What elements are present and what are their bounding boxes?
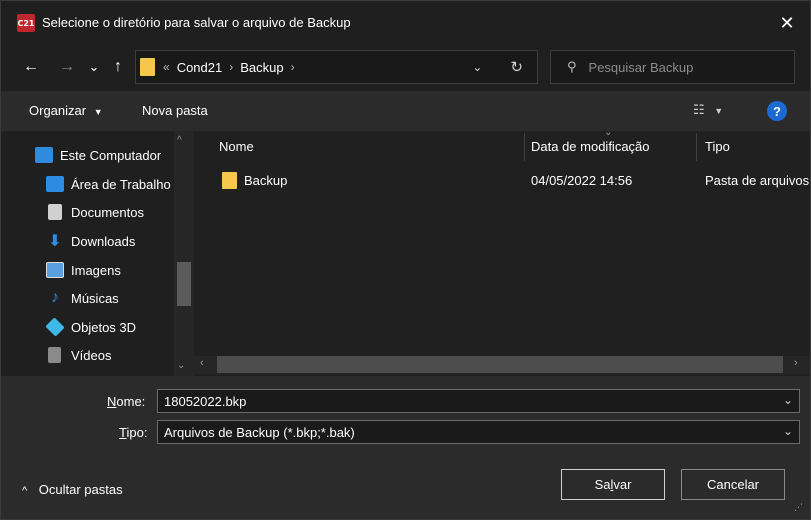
sort-indicator-icon: ⌄ <box>604 127 613 138</box>
dropdown-arrow-icon: ▼ <box>93 107 103 117</box>
sidebar-item-label: Área de Trabalho <box>71 176 171 192</box>
refresh-button[interactable]: ↻ <box>510 58 523 76</box>
view-options-button[interactable]: ☷ ▼ <box>693 102 723 118</box>
documents-icon <box>48 204 62 220</box>
filetype-value: Arquivos de Backup (*.bkp;*.bak) <box>164 424 355 440</box>
sidebar-scroll-thumb[interactable] <box>177 262 191 306</box>
new-folder-button[interactable]: Nova pasta <box>142 103 208 118</box>
file-type: Pasta de arquivos <box>705 173 810 188</box>
sidebar-item-music[interactable]: ♪ Músicas <box>46 285 119 311</box>
computer-icon <box>35 147 53 163</box>
downloads-icon: ⬇ <box>48 233 62 250</box>
dialog-title: Selecione o diretório para salvar o arqu… <box>42 15 351 30</box>
scroll-right-icon[interactable]: › <box>794 357 798 369</box>
folder-icon <box>222 172 237 189</box>
chevron-right-icon[interactable]: › <box>229 60 233 74</box>
filename-label: Nome: <box>107 394 146 409</box>
command-bar: Organizar ▼ Nova pasta ☷ ▼ ? <box>1 91 810 131</box>
details-view-icon: ☷ <box>693 102 705 117</box>
sidebar-item-pictures[interactable]: Imagens <box>46 257 121 283</box>
pictures-icon <box>46 262 64 278</box>
desktop-icon <box>46 176 64 192</box>
sidebar-item-label: Imagens <box>71 262 121 278</box>
sidebar-scrollbar[interactable] <box>174 131 194 376</box>
resize-grip-icon[interactable]: ⋰ <box>794 502 803 513</box>
sidebar-item-this-pc[interactable]: Este Computador <box>35 142 161 168</box>
music-icon: ♪ <box>51 289 59 306</box>
file-name: Backup <box>244 173 288 188</box>
filetype-label: Tipo: <box>119 425 148 440</box>
search-box[interactable]: ⚲ <box>550 50 795 84</box>
sidebar-item-desktop[interactable]: Área de Trabalho <box>46 171 175 197</box>
horizontal-scroll-thumb[interactable] <box>217 356 783 373</box>
address-history-dropdown-icon[interactable]: ⌄ <box>472 60 482 74</box>
folder-icon <box>140 58 155 76</box>
chevron-down-icon[interactable]: ⌄ <box>783 424 793 438</box>
filetype-select[interactable]: Arquivos de Backup (*.bkp;*.bak) ⌄ <box>157 420 800 444</box>
sidebar-item-label: Vídeos <box>71 347 112 363</box>
list-item[interactable]: Backup 04/05/2022 14:56 Pasta de arquivo… <box>194 166 810 192</box>
recent-locations-button[interactable]: ⌄ <box>86 53 102 81</box>
column-header-name[interactable]: Nome <box>219 139 254 154</box>
organize-menu[interactable]: Organizar ▼ <box>29 103 103 118</box>
save-button[interactable]: Sa l var <box>561 469 665 500</box>
scroll-left-icon[interactable]: ‹ <box>200 357 204 369</box>
chevron-up-icon: ^ <box>22 485 28 497</box>
column-header-type[interactable]: Tipo <box>705 139 730 154</box>
scroll-up-icon[interactable]: ^ <box>177 135 182 146</box>
file-list: Nome ⌄ Data de modificação Tipo Backup 0… <box>194 127 810 376</box>
filename-field[interactable]: 18052022.bkp ⌄ <box>157 389 800 413</box>
search-input[interactable] <box>586 58 771 76</box>
column-header-date[interactable]: Data de modificação <box>531 139 650 154</box>
back-button[interactable]: ← <box>19 53 43 81</box>
navigation-bar: ← → ⌄ ↑ « Cond21 › Backup › ⌄ ↻ ⚲ <box>1 45 810 91</box>
close-button[interactable]: ✕ <box>764 1 810 45</box>
sidebar-item-label: Músicas <box>71 290 119 306</box>
filename-value: 18052022.bkp <box>164 393 247 409</box>
sidebar-item-label: Documentos <box>71 204 144 220</box>
scroll-down-icon[interactable]: ⌄ <box>177 360 185 371</box>
sidebar-item-videos[interactable]: Vídeos <box>46 342 111 368</box>
chevron-right-icon[interactable]: › <box>291 60 295 74</box>
sidebar-item-3d-objects[interactable]: Objetos 3D <box>45 314 137 340</box>
sidebar-item-label: Este Computador <box>60 147 162 163</box>
column-divider[interactable] <box>524 133 525 161</box>
hide-folders-label: Ocultar pastas <box>38 482 123 497</box>
navigation-pane: Este Computador Área de Trabalho Documen… <box>1 131 194 376</box>
dropdown-arrow-icon: ▼ <box>714 106 724 116</box>
sidebar-item-downloads[interactable]: ⬇ Downloads <box>46 228 135 254</box>
save-dialog: C21 Selecione o diretório para salvar o … <box>0 0 811 520</box>
breadcrumb-overflow-icon[interactable]: « <box>163 60 170 74</box>
sidebar-item-label: Objetos 3D <box>71 319 137 335</box>
hide-folders-button[interactable]: ^ Ocultar pastas <box>22 482 123 497</box>
help-button[interactable]: ? <box>767 101 787 121</box>
organize-label: Organizar <box>29 103 87 118</box>
chevron-down-icon[interactable]: ⌄ <box>783 393 793 407</box>
cancel-button[interactable]: Cancelar <box>681 469 785 500</box>
videos-icon <box>48 347 61 363</box>
address-bar[interactable]: « Cond21 › Backup › ⌄ ↻ <box>135 50 538 84</box>
up-button[interactable]: ↑ <box>107 53 129 81</box>
sidebar-item-label: Downloads <box>71 233 136 249</box>
breadcrumb-backup[interactable]: Backup <box>240 60 283 75</box>
search-icon: ⚲ <box>567 59 577 74</box>
sidebar-item-documents[interactable]: Documentos <box>46 199 144 225</box>
app-logo-icon: C21 <box>17 14 35 32</box>
forward-button[interactable]: → <box>55 53 79 81</box>
breadcrumb-cond21[interactable]: Cond21 <box>177 60 223 75</box>
file-modified: 04/05/2022 14:56 <box>531 173 633 188</box>
column-divider[interactable] <box>696 133 697 161</box>
title-bar: C21 Selecione o diretório para salvar o … <box>1 1 810 45</box>
3d-objects-icon <box>45 317 65 337</box>
